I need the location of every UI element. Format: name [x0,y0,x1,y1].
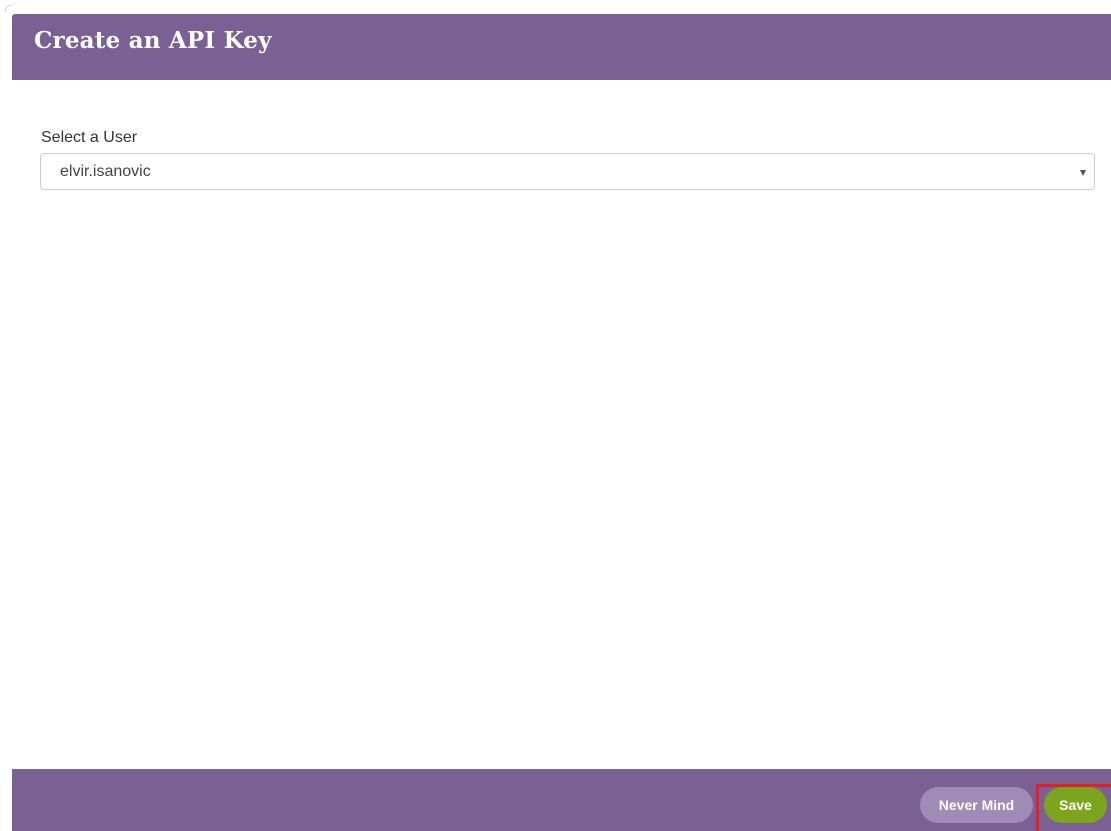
user-select[interactable]: elvir.isanovic [40,153,1095,190]
never-mind-button[interactable]: Never Mind [920,787,1033,823]
dialog-title: Create an API Key [34,27,272,54]
create-api-key-dialog: Create an API Key Select a User elvir.is… [12,14,1111,831]
dialog-header: Create an API Key [12,14,1111,80]
save-button[interactable]: Save [1044,787,1107,823]
dialog-footer: Never Mind Save [12,769,1111,831]
select-user-label: Select a User [41,129,138,146]
user-select-value: elvir.isanovic [60,163,151,180]
window-corner [5,5,12,12]
chevron-down-icon [1080,170,1086,176]
